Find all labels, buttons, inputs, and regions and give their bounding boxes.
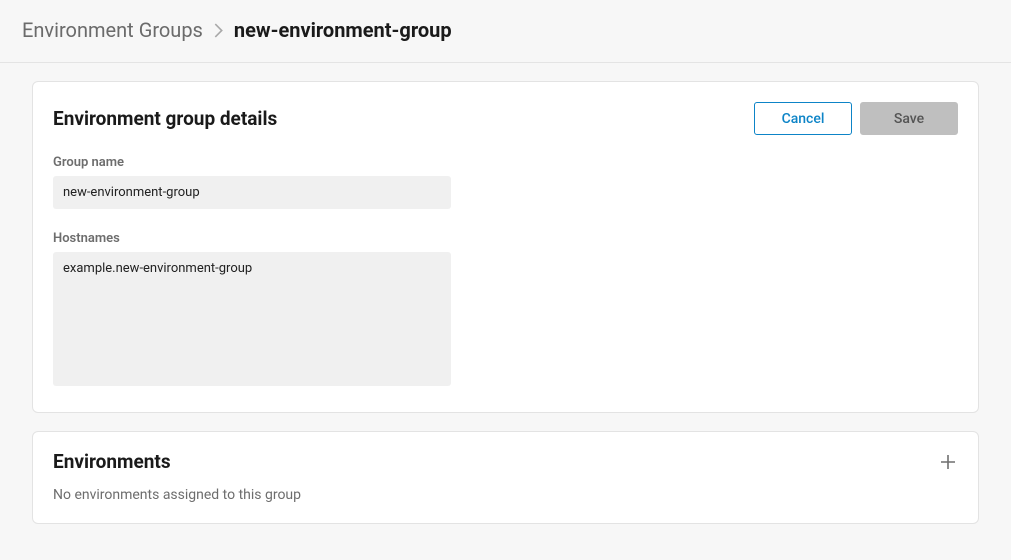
group-name-label: Group name [53, 155, 958, 170]
environments-card: Environments No environments assigned to… [32, 431, 979, 524]
chevron-right-icon [214, 23, 223, 38]
group-name-field: Group name [53, 155, 958, 209]
environments-empty-text: No environments assigned to this group [53, 487, 958, 503]
save-button[interactable]: Save [860, 102, 958, 135]
breadcrumb-current: new-environment-group [234, 18, 452, 42]
details-card-title: Environment group details [53, 107, 277, 130]
environments-card-header: Environments [53, 450, 958, 473]
page-content: Environment group details Cancel Save Gr… [0, 63, 1011, 560]
group-name-input[interactable] [53, 176, 451, 209]
hostnames-input[interactable] [53, 252, 451, 386]
page-header: Environment Groups new-environment-group [0, 0, 1011, 63]
hostnames-label: Hostnames [53, 231, 958, 246]
action-buttons: Cancel Save [754, 102, 958, 135]
cancel-button[interactable]: Cancel [754, 102, 852, 135]
plus-icon[interactable] [938, 452, 958, 472]
details-card-header: Environment group details Cancel Save [53, 102, 958, 135]
hostnames-field: Hostnames [53, 231, 958, 390]
breadcrumb-parent-link[interactable]: Environment Groups [22, 18, 203, 42]
environments-card-title: Environments [53, 450, 171, 473]
details-card: Environment group details Cancel Save Gr… [32, 81, 979, 413]
breadcrumb: Environment Groups new-environment-group [22, 18, 989, 42]
